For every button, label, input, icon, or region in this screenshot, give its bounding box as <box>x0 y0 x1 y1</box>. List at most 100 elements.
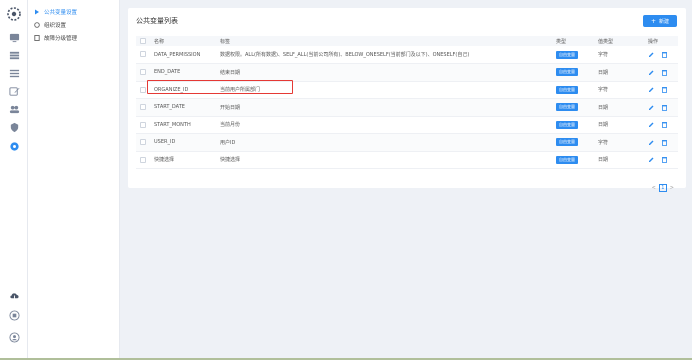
cell-value-type: 日期 <box>594 63 644 82</box>
trash-icon[interactable] <box>661 121 668 129</box>
page-number-current[interactable]: 1 <box>658 184 667 192</box>
variables-card: 公共变量列表 + 新建 名称 标签 类型 值类型 操作 DATA_PERMISS… <box>128 8 686 192</box>
row-select-cell[interactable] <box>136 63 150 82</box>
row-checkbox[interactable] <box>140 86 146 93</box>
column-header-type: 类型 <box>552 36 594 46</box>
cell-type: 自由变量 <box>552 46 594 64</box>
cell-type: 自由变量 <box>552 151 594 169</box>
cell-label: 开始日期 <box>216 98 552 117</box>
new-button[interactable]: + 新建 <box>643 15 677 27</box>
cell-name: END_DATE <box>150 63 216 82</box>
list-icon[interactable] <box>5 64 23 82</box>
row-checkbox[interactable] <box>140 139 146 145</box>
next-page-button[interactable]: > <box>670 185 674 191</box>
edit-icon[interactable] <box>648 139 655 146</box>
edit-icon[interactable] <box>648 156 655 163</box>
gear-icon <box>34 22 40 28</box>
table-row: 快捷选择 快捷选择 自由变量 日期 <box>136 151 678 169</box>
row-select-cell[interactable] <box>136 151 150 169</box>
submenu-item-label: 故障分级管理 <box>44 36 78 42</box>
printer-icon[interactable] <box>5 306 23 324</box>
plus-icon: + <box>650 17 656 25</box>
table-row: START_MONTH 当前月份 自由变量 日期 <box>136 116 678 134</box>
cell-label: 当前用户所属部门 <box>216 81 552 99</box>
cell-label: 快捷选择 <box>216 151 552 169</box>
cell-label: 当前月份 <box>216 116 552 134</box>
cell-name: 快捷选择 <box>150 151 216 169</box>
trash-icon[interactable] <box>661 104 668 111</box>
cell-actions <box>644 46 678 64</box>
edit-icon[interactable] <box>5 82 23 100</box>
cell-value-type: 字符 <box>594 46 644 64</box>
group-icon[interactable] <box>5 100 23 118</box>
cell-type: 自由变量 <box>552 98 594 117</box>
column-header-value-type: 值类型 <box>594 36 644 46</box>
type-tag: 自由变量 <box>556 50 578 59</box>
row-select-cell[interactable] <box>136 46 150 64</box>
trash-icon[interactable] <box>661 86 668 94</box>
type-tag: 自由变量 <box>556 103 578 112</box>
select-all-checkbox[interactable] <box>140 37 146 44</box>
cell-type: 自由变量 <box>552 81 594 99</box>
cell-name: START_DATE <box>150 98 216 117</box>
submenu-item-label: 公共变量设置 <box>44 10 78 16</box>
edit-icon[interactable] <box>648 104 655 111</box>
prev-page-button[interactable]: < <box>652 185 656 191</box>
trash-icon[interactable] <box>661 156 668 164</box>
cell-value-type: 字符 <box>594 133 644 152</box>
cell-name: START_MONTH <box>150 116 216 134</box>
row-select-cell[interactable] <box>136 133 150 152</box>
user-icon[interactable] <box>5 328 23 346</box>
row-checkbox[interactable] <box>140 69 146 75</box>
edit-icon[interactable] <box>648 121 655 128</box>
submenu-item-fault-levels[interactable]: 故障分级管理 <box>34 32 77 44</box>
cloud-upload-icon[interactable] <box>5 286 23 304</box>
pagination: < 1 > <box>652 184 674 192</box>
row-checkbox[interactable] <box>140 156 146 163</box>
row-checkbox[interactable] <box>140 121 146 128</box>
row-checkbox[interactable] <box>140 51 146 58</box>
cell-label: 数据权限。ALL(所有数据)、SELF_ALL(当前公司所有)、BELOW_ON… <box>216 46 552 64</box>
table-row: DATA_PERMISSION 数据权限。ALL(所有数据)、SELF_ALL(当… <box>136 46 678 64</box>
edit-icon[interactable] <box>648 69 655 76</box>
type-tag: 自由变量 <box>556 155 578 164</box>
logo-icon <box>7 6 21 21</box>
type-tag: 自由变量 <box>556 138 578 147</box>
monitor-icon[interactable] <box>5 28 23 46</box>
cell-type: 自由变量 <box>552 63 594 82</box>
type-tag: 自由变量 <box>556 85 578 94</box>
edit-icon[interactable] <box>648 86 655 93</box>
cell-actions <box>644 133 678 152</box>
edit-icon[interactable] <box>648 51 655 58</box>
row-select-cell[interactable] <box>136 98 150 117</box>
submenu-item-public-variables[interactable]: 公共变量设置 <box>34 6 77 18</box>
table-row: START_DATE 开始日期 自由变量 日期 <box>136 98 678 117</box>
row-select-cell[interactable] <box>136 81 150 99</box>
variables-table: 名称 标签 类型 值类型 操作 DATA_PERMISSION 数据权限。ALL(… <box>136 36 678 169</box>
select-all-cell[interactable] <box>136 36 150 46</box>
cell-actions <box>644 98 678 117</box>
type-tag: 自由变量 <box>556 120 578 129</box>
cell-label: 用户ID <box>216 133 552 152</box>
cell-actions <box>644 81 678 99</box>
cell-value-type: 日期 <box>594 98 644 117</box>
trash-icon[interactable] <box>661 139 668 146</box>
grid-icon[interactable] <box>5 46 23 64</box>
card-title: 公共变量列表 <box>136 17 178 25</box>
cell-value-type: 日期 <box>594 116 644 134</box>
column-header-actions: 操作 <box>644 36 678 46</box>
row-checkbox[interactable] <box>140 104 146 110</box>
new-button-label: 新建 <box>659 18 670 25</box>
shield-icon[interactable] <box>5 118 23 136</box>
column-header-name: 名称 <box>150 36 216 46</box>
row-select-cell[interactable] <box>136 116 150 134</box>
cell-actions <box>644 116 678 134</box>
cell-value-type: 字符 <box>594 81 644 99</box>
gear-icon[interactable] <box>5 137 23 155</box>
submenu-item-organization[interactable]: 组织设置 <box>34 19 66 31</box>
trash-icon[interactable] <box>661 69 668 76</box>
trash-icon[interactable] <box>661 51 668 58</box>
table-header-row: 名称 标签 类型 值类型 操作 <box>136 36 678 46</box>
settings-submenu: 公共变量设置 组织设置 故障分级管理 <box>28 0 120 358</box>
table-row: ORGANIZE_ID 当前用户所属部门 自由变量 字符 <box>136 81 678 99</box>
